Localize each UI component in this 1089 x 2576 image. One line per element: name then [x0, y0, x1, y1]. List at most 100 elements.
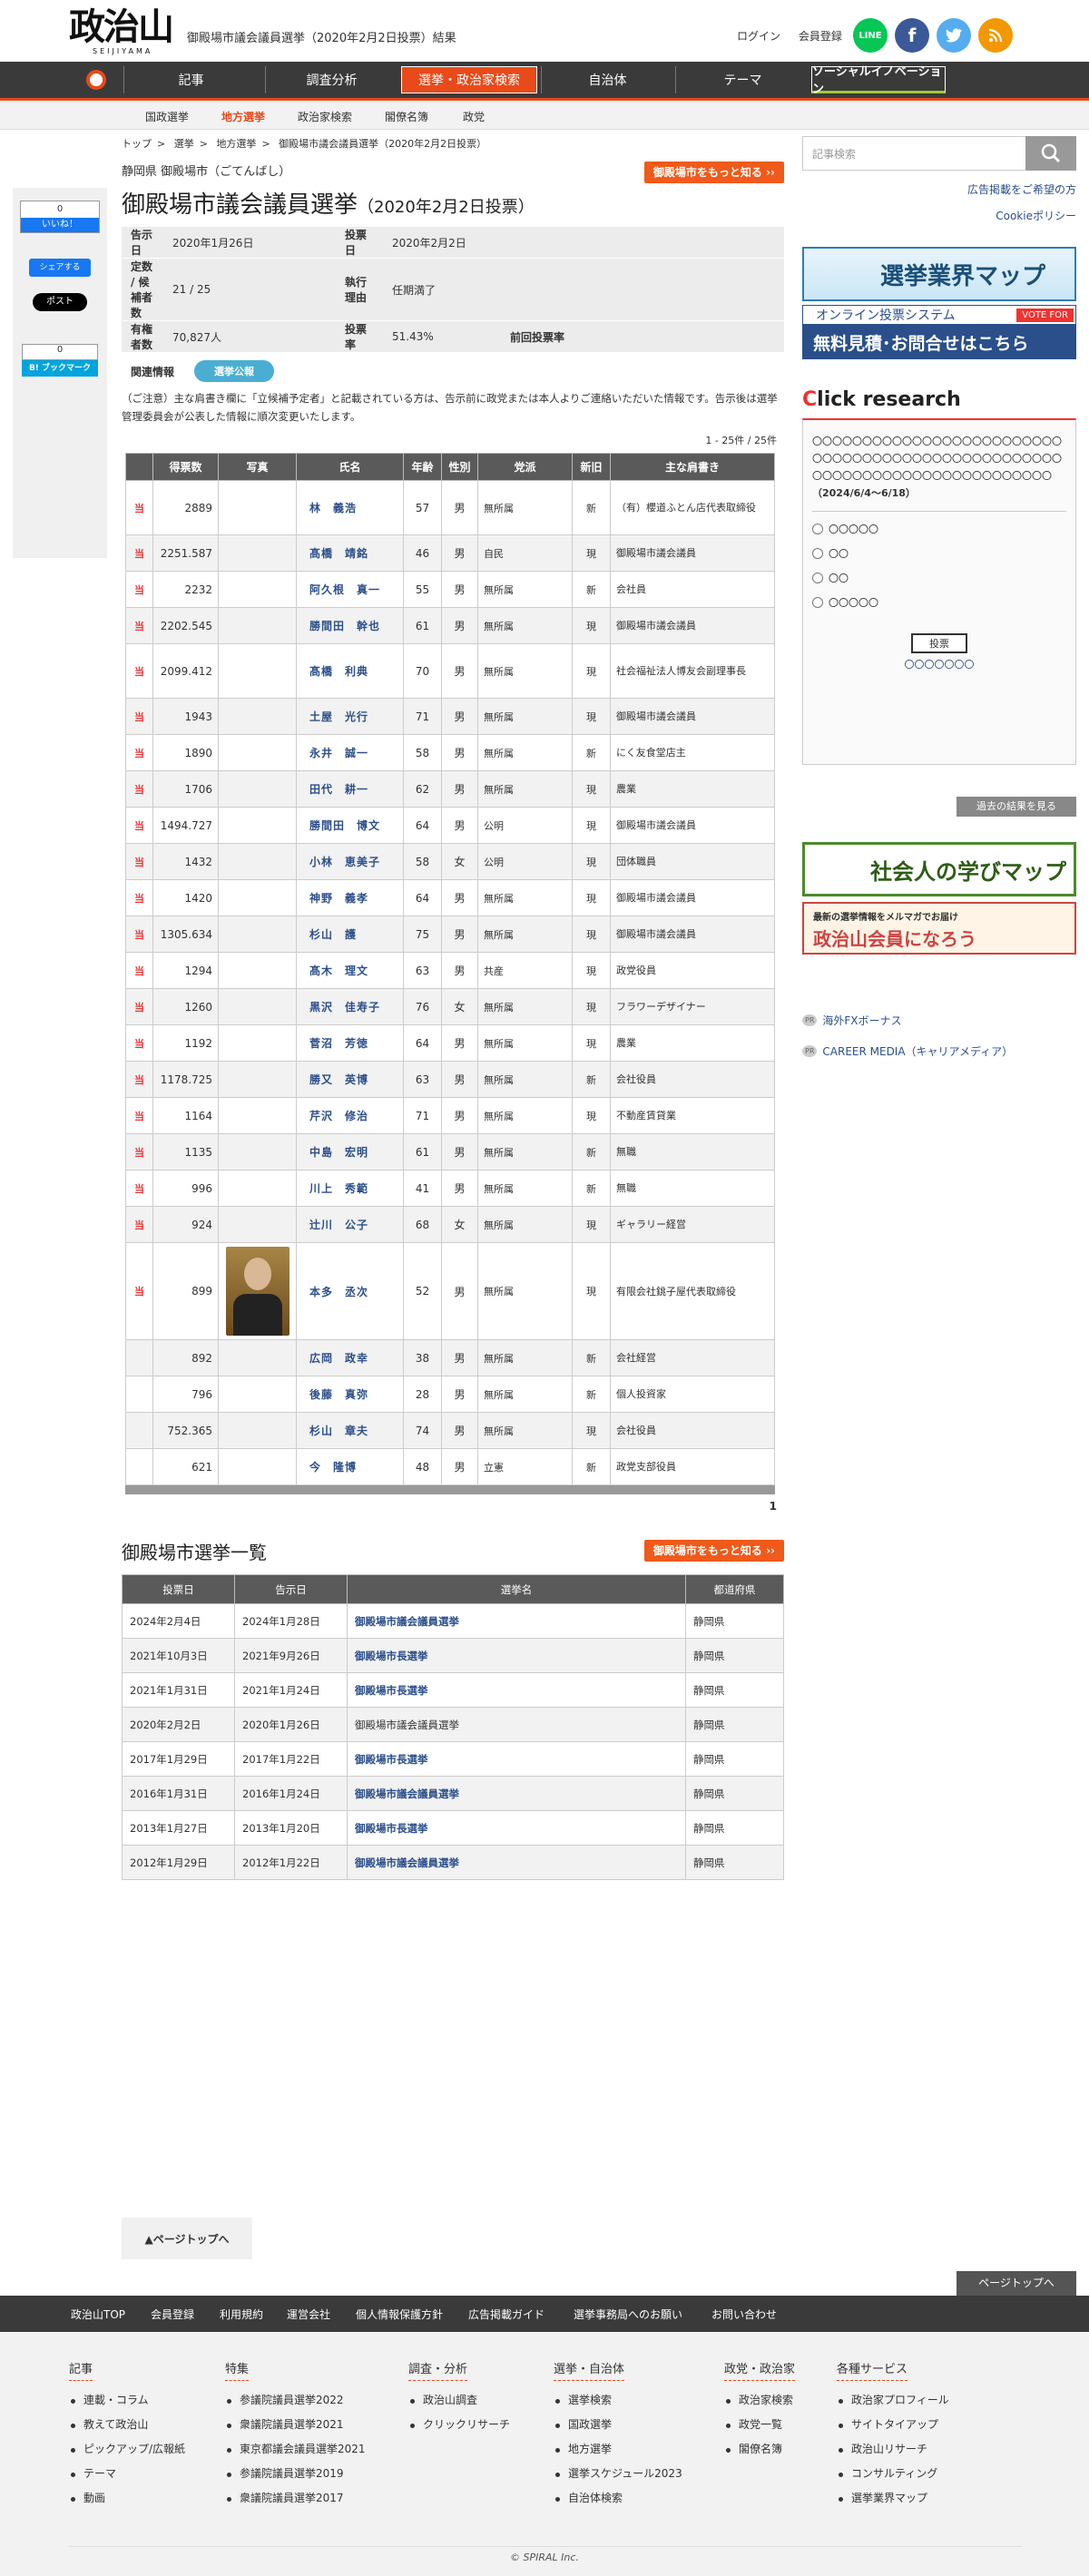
footer-item-link[interactable]: 選挙検索: [554, 2388, 682, 2413]
candidate-name[interactable]: 杉山 護: [296, 916, 404, 953]
candidate-name[interactable]: 髙橋 靖銘: [296, 534, 404, 572]
fb-share-button[interactable]: シェアする: [29, 259, 91, 277]
fb-like-button[interactable]: 0 いいね！: [20, 201, 100, 233]
footer-item-link[interactable]: 連載・コラム: [69, 2388, 185, 2413]
candidate-name[interactable]: 土屋 光行: [296, 698, 404, 735]
facebook-icon[interactable]: f: [895, 18, 929, 53]
hatena-button[interactable]: B! ブックマーク: [22, 360, 98, 377]
candidate-name[interactable]: 川上 秀範: [296, 1170, 404, 1207]
member-banner[interactable]: 最新の選挙情報をメルマガでお届け 政治山会員になろう: [802, 902, 1076, 955]
footer-link[interactable]: 個人情報保護方針: [356, 2307, 443, 2322]
search-input[interactable]: 記事検索: [802, 136, 1029, 171]
nav-social-innovation[interactable]: ソーシャルイノベーション: [811, 65, 946, 96]
footer-item-link[interactable]: 衆議院議員選挙2017: [225, 2486, 366, 2511]
candidate-name[interactable]: 勝間田 幹也: [296, 607, 404, 644]
candidate-name[interactable]: 田代 耕一: [296, 770, 404, 808]
candidate-name[interactable]: 本多 丞次: [296, 1242, 404, 1340]
footer-item-link[interactable]: 政党一覧: [724, 2413, 795, 2437]
footer-item-link[interactable]: 政治家プロフィール: [837, 2388, 949, 2413]
candidate-name[interactable]: 黒沢 佳寿子: [296, 988, 404, 1025]
footer-link[interactable]: お問い合わせ: [711, 2307, 777, 2322]
election-name-link[interactable]: 御殿場市議会議員選挙: [347, 1845, 686, 1880]
poll-option[interactable]: 〇〇〇〇〇: [812, 595, 1066, 610]
candidate-name[interactable]: 広岡 政幸: [296, 1339, 404, 1376]
twitter-icon[interactable]: [937, 18, 971, 53]
line-icon[interactable]: LINE: [853, 18, 888, 53]
nav-municipality[interactable]: 自治体: [541, 66, 673, 93]
footer-item-link[interactable]: 選挙業界マップ: [837, 2486, 949, 2511]
election-map-banner[interactable]: 選挙業界マップ: [802, 247, 1076, 301]
nav-analysis[interactable]: 調査分析: [265, 66, 397, 93]
candidate-name[interactable]: 勝又 英博: [296, 1061, 404, 1098]
breadcrumb-election[interactable]: 選挙: [174, 138, 194, 150]
site-logo[interactable]: 政治山 SEIJIYAMA: [69, 7, 178, 56]
footer-item-link[interactable]: 政治山リサーチ: [837, 2437, 949, 2462]
footer-item-link[interactable]: 自治体検索: [554, 2486, 682, 2511]
candidate-name[interactable]: 杉山 章夫: [296, 1412, 404, 1449]
online-vote-banner[interactable]: 無料見積･お問合せはこちら: [802, 325, 1076, 359]
past-results-button[interactable]: 過去の結果を見る: [957, 797, 1076, 817]
election-name-link[interactable]: 御殿場市長選挙: [347, 1638, 686, 1673]
footer-link[interactable]: 選挙事務局へのお願い: [574, 2307, 682, 2322]
cookie-link[interactable]: Cookieポリシー: [802, 208, 1076, 223]
footer-link[interactable]: 利用規約: [220, 2307, 263, 2322]
footer-item-link[interactable]: 衆議院議員選挙2021: [225, 2413, 366, 2437]
footer-item-link[interactable]: 閣僚名簿: [724, 2437, 795, 2462]
candidate-name[interactable]: 永井 誠一: [296, 734, 404, 771]
page-top-tab[interactable]: ページトップへ: [957, 2271, 1076, 2296]
election-name-link[interactable]: 御殿場市長選挙: [347, 1672, 686, 1708]
nav-articles[interactable]: 記事: [123, 66, 258, 93]
tweet-button[interactable]: ポスト: [33, 293, 87, 311]
pagination[interactable]: 1: [122, 1500, 784, 1513]
footer-item-link[interactable]: コンサルティング: [837, 2462, 949, 2486]
subnav-party[interactable]: 政党: [463, 109, 485, 124]
footer-item-link[interactable]: 教えて政治山: [69, 2413, 185, 2437]
footer-item-link[interactable]: 動画: [69, 2486, 185, 2511]
candidate-name[interactable]: 小林 恵美子: [296, 843, 404, 880]
learning-map-banner[interactable]: 社会人の学びマップ: [802, 842, 1076, 896]
candidate-name[interactable]: 髙木 理文: [296, 952, 404, 989]
breadcrumb-local[interactable]: 地方選挙: [216, 138, 256, 150]
pr-link-2[interactable]: PR CAREER MEDIA（キャリアメディア）: [802, 1043, 1013, 1059]
candidate-name[interactable]: 後藤 真弥: [296, 1376, 404, 1413]
candidate-name[interactable]: 芹沢 修治: [296, 1097, 404, 1134]
candidate-name[interactable]: 今 隆博: [296, 1448, 404, 1485]
footer-item-link[interactable]: テーマ: [69, 2462, 185, 2486]
nav-election-search[interactable]: 選挙・政治家検索: [401, 66, 537, 93]
gazette-button[interactable]: 選挙公報: [194, 360, 274, 382]
candidate-name[interactable]: 林 義浩: [296, 480, 404, 535]
footer-item-link[interactable]: サイトタイアップ: [837, 2413, 949, 2437]
city-more-button-2[interactable]: 御殿場市をもっと知る ››: [643, 1540, 784, 1562]
subnav-local[interactable]: 地方選挙: [221, 109, 265, 124]
footer-item-link[interactable]: 政治山調査: [408, 2388, 510, 2413]
online-vote-banner-top[interactable]: オンライン投票システム VOTE FOR: [802, 305, 1076, 325]
candidate-name[interactable]: 阿久根 真一: [296, 571, 404, 608]
login-link[interactable]: ログイン: [737, 30, 780, 43]
rss-icon[interactable]: [978, 18, 1013, 53]
register-link[interactable]: 会員登録: [799, 30, 842, 43]
footer-item-link[interactable]: 政治家検索: [724, 2388, 795, 2413]
subnav-politician[interactable]: 政治家検索: [298, 109, 352, 124]
page-top-button[interactable]: ▲ページトップへ: [122, 2218, 252, 2259]
pr-link-1[interactable]: PR 海外FXボーナス: [802, 1013, 902, 1028]
footer-item-link[interactable]: 選挙スケジュール2023: [554, 2462, 682, 2486]
footer-item-link[interactable]: ピックアップ/広報紙: [69, 2437, 185, 2462]
candidate-name[interactable]: 神野 義孝: [296, 879, 404, 916]
candidate-name[interactable]: 髙橋 利典: [296, 643, 404, 699]
poll-option[interactable]: 〇〇〇〇〇: [812, 522, 1066, 536]
poll-option[interactable]: 〇〇: [812, 546, 1066, 561]
candidate-name[interactable]: 勝間田 博文: [296, 807, 404, 844]
footer-item-link[interactable]: クリックリサーチ: [408, 2413, 510, 2437]
candidate-name[interactable]: 菅沼 芳徳: [296, 1024, 404, 1062]
footer-link[interactable]: 政治山TOP: [71, 2307, 125, 2322]
vote-button[interactable]: 投票: [911, 633, 967, 653]
footer-item-link[interactable]: 国政選挙: [554, 2413, 682, 2437]
footer-item-link[interactable]: 地方選挙: [554, 2437, 682, 2462]
ad-link[interactable]: 広告掲載をご希望の方: [802, 181, 1076, 197]
home-icon[interactable]: [69, 65, 123, 94]
poll-option[interactable]: 〇〇: [812, 571, 1066, 585]
election-name-link[interactable]: 御殿場市議会議員選挙: [347, 1603, 686, 1639]
footer-link[interactable]: 会員登録: [151, 2307, 194, 2322]
city-more-button[interactable]: 御殿場市をもっと知る ››: [643, 162, 784, 183]
subnav-cabinet[interactable]: 閣僚名簿: [385, 109, 428, 124]
